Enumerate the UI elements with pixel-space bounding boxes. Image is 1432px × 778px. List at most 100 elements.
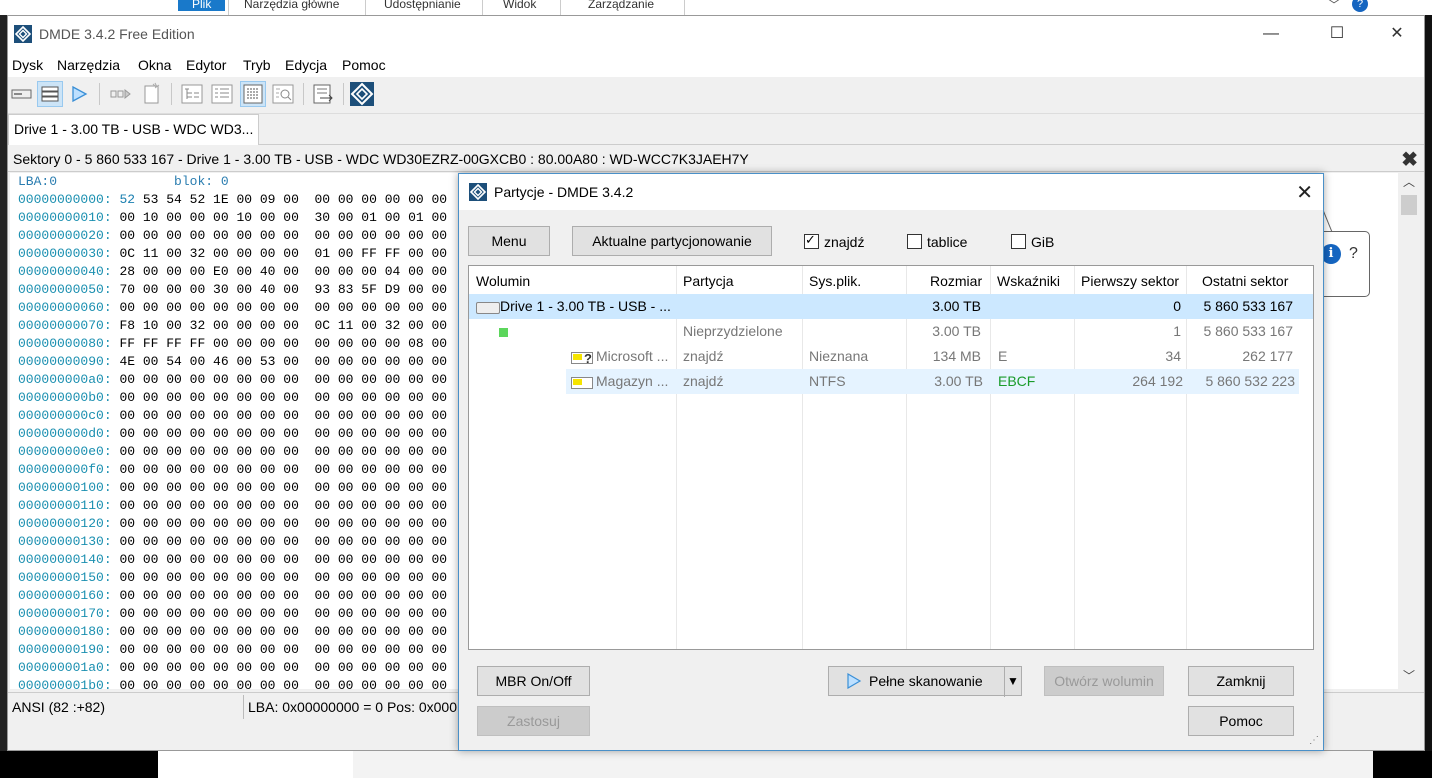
resize-grip-icon[interactable]: ⋰ — [1309, 735, 1319, 746]
minimize-button[interactable]: — — [1248, 16, 1294, 52]
ribbon-tab-file[interactable]: Plik — [178, 0, 226, 11]
col-filesystem[interactable]: Sys.plik. — [809, 273, 861, 289]
ribbon-collapse-icon[interactable]: ﹀ — [1328, 0, 1340, 13]
hex-row-bytes[interactable]: 00 00 00 E0 00 40 00 00 00 00 04 00 00 — [135, 264, 447, 279]
hex-row-first-byte[interactable]: 4E — [119, 354, 135, 369]
hex-row-bytes[interactable]: 00 00 00 00 00 00 00 00 00 00 00 00 00 — [135, 642, 447, 657]
hex-row-first-byte[interactable]: 00 — [119, 516, 135, 531]
hex-row-first-byte[interactable]: 00 — [119, 426, 135, 441]
hex-row-bytes[interactable]: 00 00 00 00 00 00 00 00 00 00 00 00 00 — [135, 444, 447, 459]
hex-row-bytes[interactable]: 10 00 00 00 10 00 00 30 00 01 00 01 00 — [135, 210, 447, 225]
hex-row-first-byte[interactable]: 00 — [119, 300, 135, 315]
hex-row-first-byte[interactable]: 00 — [119, 480, 135, 495]
tables-checkbox[interactable]: tablice — [907, 234, 967, 250]
menu-windows[interactable]: Okna — [138, 57, 171, 73]
menu-edit[interactable]: Edycja — [285, 57, 327, 73]
tree-view-button[interactable] — [179, 81, 205, 107]
hex-row-bytes[interactable]: 00 00 00 00 00 00 00 00 00 00 00 00 00 — [135, 678, 447, 689]
hex-row-first-byte[interactable]: 00 — [119, 210, 135, 225]
apply-button[interactable]: Zastosuj — [477, 706, 590, 736]
play-button[interactable] — [66, 81, 92, 107]
hex-row-bytes[interactable]: 00 00 00 00 00 00 00 00 00 00 00 00 00 — [135, 498, 447, 513]
hex-row-bytes[interactable]: 53 54 52 1E 00 09 00 00 00 00 00 00 00 — [135, 192, 447, 207]
hex-row-first-byte[interactable]: 00 — [119, 390, 135, 405]
hex-row-first-byte[interactable]: 00 — [119, 444, 135, 459]
hex-row-bytes[interactable]: 11 00 32 00 00 00 00 01 00 FF FF 00 00 — [135, 246, 447, 261]
hex-row-first-byte[interactable]: F8 — [119, 318, 135, 333]
hex-row-first-byte[interactable]: 00 — [119, 642, 135, 657]
table-row-microsoft[interactable]: ? Microsoft ... znajdź Nieznana 134 MB E… — [469, 344, 1313, 369]
hex-row-first-byte[interactable]: 28 — [119, 264, 135, 279]
mbr-toggle-button[interactable]: MBR On/Off — [477, 666, 590, 696]
table-row-drive[interactable]: Drive 1 - 3.00 TB - USB - ... 3.00 TB 0 … — [469, 294, 1313, 319]
table-row-magazyn[interactable]: Magazyn ... znajdź NTFS 3.00 TB EBCF 264… — [566, 369, 1299, 394]
ribbon-tab-manage[interactable]: Zarządzanie — [588, 0, 654, 11]
hex-row-first-byte[interactable]: 00 — [119, 228, 135, 243]
hex-row-bytes[interactable]: 00 00 00 00 00 00 00 00 00 00 00 00 00 — [135, 570, 447, 585]
hex-row-bytes[interactable]: 00 00 00 00 00 00 00 00 00 00 00 00 00 — [135, 624, 447, 639]
hex-row-bytes[interactable]: 00 00 00 00 00 00 00 00 00 00 00 00 00 — [135, 390, 447, 405]
hex-row-bytes[interactable]: 00 00 00 00 00 00 00 00 00 00 00 00 00 — [135, 606, 447, 621]
menu-tools[interactable]: Narzędzia — [57, 57, 120, 73]
new-file-button[interactable] — [139, 81, 165, 107]
window-layout-button[interactable] — [310, 81, 336, 107]
full-scan-button[interactable]: Pełne skanowanie ▼ — [828, 666, 1022, 697]
find-checkbox-box[interactable] — [804, 232, 819, 249]
help-button[interactable]: Pomoc — [1188, 706, 1294, 736]
menu-editor[interactable]: Edytor — [186, 57, 226, 73]
hex-row-first-byte[interactable]: 70 — [119, 282, 135, 297]
hex-row-first-byte[interactable]: 00 — [119, 678, 135, 689]
drive-tab[interactable]: Drive 1 - 3.00 TB - USB - WDC WD3... — [8, 114, 260, 145]
hex-row-bytes[interactable]: 00 00 00 00 00 00 00 00 00 00 00 00 00 — [135, 534, 447, 549]
current-partitioning-button[interactable]: Aktualne partycjonowanie — [572, 226, 772, 256]
hex-row-bytes[interactable]: 00 00 00 00 00 00 00 00 00 00 00 00 00 — [135, 426, 447, 441]
hex-row-first-byte[interactable]: 0C — [119, 246, 135, 261]
dialog-close-icon[interactable]: ✕ — [1296, 180, 1313, 205]
gib-checkbox[interactable]: GiB — [1011, 234, 1054, 250]
hex-row-first-byte[interactable]: 00 — [119, 534, 135, 549]
col-volume[interactable]: Wolumin — [476, 273, 530, 289]
hex-row-bytes[interactable]: 00 00 00 30 00 40 00 93 83 5F D9 00 00 — [135, 282, 447, 297]
ribbon-help-icon[interactable]: ? — [1352, 0, 1368, 12]
hex-row-bytes[interactable]: 10 00 32 00 00 00 00 0C 11 00 32 00 00 — [135, 318, 447, 333]
hex-row-first-byte[interactable]: 52 — [119, 192, 135, 207]
hex-view-button[interactable] — [240, 81, 266, 107]
find-checkbox[interactable]: znajdź — [804, 232, 864, 250]
hex-row-bytes[interactable]: 00 00 00 00 00 00 00 00 00 00 00 00 00 — [135, 516, 447, 531]
hex-row-bytes[interactable]: 00 54 00 46 00 53 00 00 00 00 00 00 00 — [135, 354, 447, 369]
dmde-about-button[interactable] — [349, 81, 375, 107]
col-first-sector[interactable]: Pierwszy sektor — [1081, 273, 1179, 289]
sequence-button[interactable] — [107, 81, 133, 107]
menu-button[interactable]: Menu — [468, 226, 550, 256]
hex-row-first-byte[interactable]: 00 — [119, 372, 135, 387]
search-view-button[interactable] — [270, 81, 296, 107]
scroll-up-icon[interactable]: ︿ — [1403, 173, 1415, 190]
close-panel-icon[interactable]: ✖ — [1401, 147, 1418, 172]
open-volume-button[interactable]: Otwórz wolumin — [1044, 666, 1164, 696]
hex-row-bytes[interactable]: FF FF FF 00 00 00 00 00 00 00 00 08 00 — [135, 336, 447, 351]
menu-disk[interactable]: Dysk — [12, 57, 43, 73]
hex-row-bytes[interactable]: 00 00 00 00 00 00 00 00 00 00 00 00 00 — [135, 228, 447, 243]
hex-row-bytes[interactable]: 00 00 00 00 00 00 00 00 00 00 00 00 00 — [135, 372, 447, 387]
list-view-button[interactable] — [209, 81, 235, 107]
ribbon-tab-home[interactable]: Narzędzia główne — [244, 0, 339, 11]
col-partition[interactable]: Partycja — [683, 273, 734, 289]
maximize-button[interactable]: ☐ — [1314, 16, 1360, 52]
hex-row-first-byte[interactable]: 00 — [119, 624, 135, 639]
close-dialog-button[interactable]: Zamknij — [1188, 666, 1294, 696]
dropdown-arrow-icon[interactable]: ▼ — [1007, 667, 1019, 695]
hex-row-bytes[interactable]: 00 00 00 00 00 00 00 00 00 00 00 00 00 — [135, 552, 447, 567]
col-last-sector[interactable]: Ostatni sektor — [1202, 273, 1288, 289]
scroll-down-icon[interactable]: ﹀ — [1403, 667, 1415, 684]
hex-scrollbar[interactable]: ︿ ﹀ — [1400, 173, 1418, 689]
partitions-button[interactable] — [37, 81, 63, 107]
menu-mode[interactable]: Tryb — [243, 57, 270, 73]
partitions-table[interactable]: Wolumin Partycja Sys.plik. Rozmiar Wskaź… — [468, 265, 1314, 650]
hex-row-bytes[interactable]: 00 00 00 00 00 00 00 00 00 00 00 00 00 — [135, 660, 447, 675]
tables-checkbox-box[interactable] — [907, 234, 922, 249]
hex-row-bytes[interactable]: 00 00 00 00 00 00 00 00 00 00 00 00 00 — [135, 588, 447, 603]
table-row-unallocated[interactable]: Nieprzydzielone 3.00 TB 1 5 860 533 167 — [469, 319, 1313, 344]
hex-row-bytes[interactable]: 00 00 00 00 00 00 00 00 00 00 00 00 00 — [135, 300, 447, 315]
col-size[interactable]: Rozmiar — [930, 273, 982, 289]
hex-row-bytes[interactable]: 00 00 00 00 00 00 00 00 00 00 00 00 00 — [135, 408, 447, 423]
